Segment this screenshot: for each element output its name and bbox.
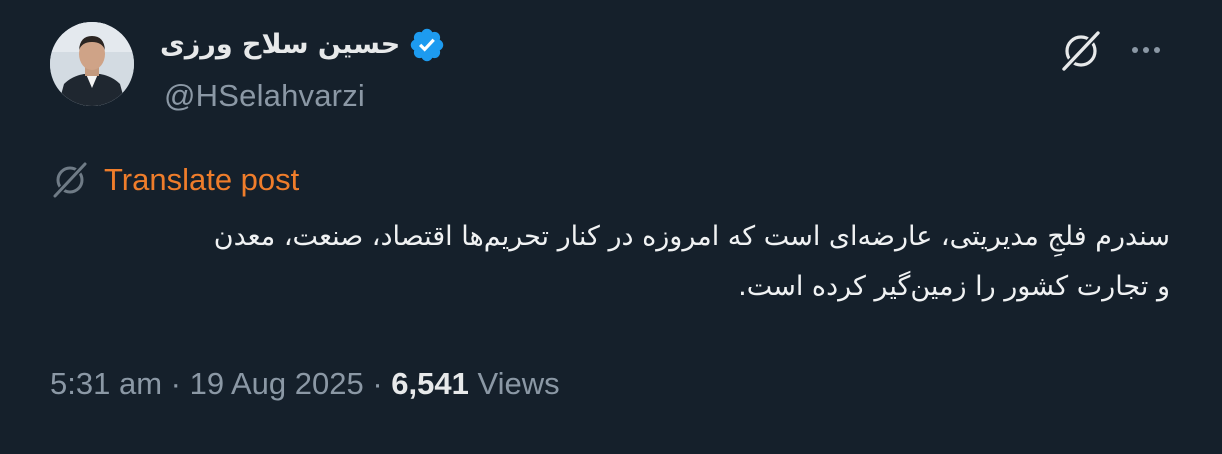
post-date[interactable]: 19 Aug 2025 — [190, 366, 364, 401]
grok-icon[interactable] — [1058, 28, 1104, 74]
post-time[interactable]: 5:31 am — [50, 366, 162, 401]
post-text: سندرم فلجِ مدیریتی، عارضه‌ای است که امرو… — [50, 212, 1170, 312]
verified-badge-icon[interactable] — [408, 26, 446, 64]
more-dots-icon[interactable] — [1126, 30, 1166, 70]
avatar-photo — [50, 22, 134, 106]
translate-post-link[interactable]: Translate post — [50, 160, 299, 200]
meta-separator: · — [372, 366, 383, 401]
post-text-line: سندرم فلجِ مدیریتی، عارضه‌ای است که امرو… — [213, 221, 1170, 252]
views-count[interactable]: 6,541 — [391, 366, 469, 401]
meta-separator: · — [170, 366, 181, 401]
post-meta: 5:31 am · 19 Aug 2025 · 6,541 Views — [50, 366, 560, 402]
views-label: Views — [477, 366, 560, 401]
author-display-name[interactable]: حسین سلاح ورزی — [160, 27, 400, 63]
translate-post-label: Translate post — [104, 162, 300, 197]
author-name-row[interactable]: حسین سلاح ورزی — [160, 26, 446, 64]
author-avatar[interactable] — [50, 22, 134, 106]
post-text-line: و تجارت کشور را زمین‌گیر کرده است. — [738, 271, 1170, 302]
grok-translate-icon — [53, 162, 87, 198]
author-handle[interactable]: @HSelahvarzi — [164, 78, 365, 114]
